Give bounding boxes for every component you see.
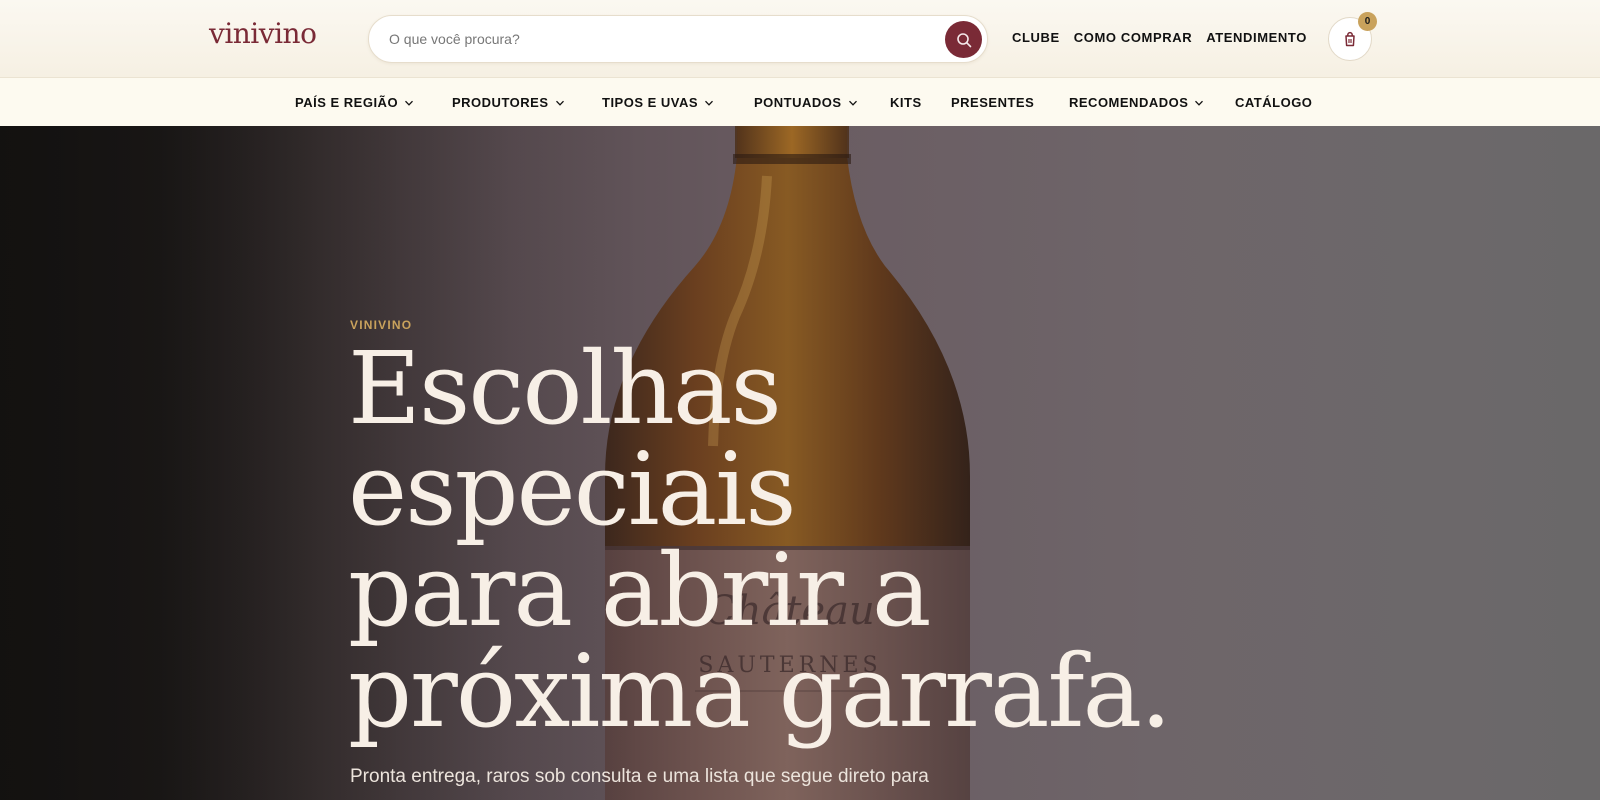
nav-item-label: PAÍS E REGIÃO <box>295 95 399 110</box>
nav-item-tipos-e-uvas[interactable]: TIPOS E UVAS <box>602 95 714 110</box>
site-header: vinivino CLUBE COMO COMPRAR ATENDIMENTO … <box>0 0 1600 78</box>
headline-line: próxima garrafa. <box>348 633 1172 750</box>
nav-item-kits[interactable]: KITS <box>890 95 922 110</box>
nav-item-label: TIPOS E UVAS <box>602 95 699 110</box>
search-icon <box>956 32 971 47</box>
nav-item-label: PRESENTES <box>951 95 1035 110</box>
chevron-down-icon <box>1195 100 1204 106</box>
headline-line: especiais <box>348 431 797 548</box>
nav-item-label: CATÁLOGO <box>1235 95 1313 110</box>
chevron-down-icon <box>555 100 564 106</box>
shopping-bag-icon <box>1345 31 1355 47</box>
main-nav: PAÍS E REGIÃO PRODUTORES TIPOS E UVAS PO… <box>0 78 1600 126</box>
chevron-down-icon <box>405 100 414 106</box>
search-bar <box>368 15 988 63</box>
chevron-down-icon <box>705 100 714 106</box>
link-como-comprar[interactable]: COMO COMPRAR <box>1074 30 1192 45</box>
nav-item-recomendados[interactable]: RECOMENDADOS <box>1069 95 1204 110</box>
hero-banner: Château SAUTERNES VINIVINO Escolhas espe… <box>0 126 1600 800</box>
link-atendimento[interactable]: ATENDIMENTO <box>1206 30 1307 45</box>
nav-item-label: RECOMENDADOS <box>1069 95 1189 110</box>
nav-item-presentes[interactable]: PRESENTES <box>951 95 1034 110</box>
nav-item-catalogo[interactable]: CATÁLOGO <box>1235 95 1312 110</box>
headline-line: Escolhas <box>348 330 782 447</box>
top-links: CLUBE COMO COMPRAR ATENDIMENTO <box>1012 30 1307 45</box>
cart-button[interactable]: 0 <box>1328 12 1377 61</box>
logo[interactable]: vinivino <box>209 17 317 50</box>
search-input[interactable] <box>389 16 909 62</box>
nav-item-produtores[interactable]: PRODUTORES <box>452 95 565 110</box>
nav-item-label: PONTUADOS <box>754 95 842 110</box>
nav-item-label: PRODUTORES <box>452 95 549 110</box>
hero-headline: Escolhas especiais para abrir a próxima … <box>348 338 1248 742</box>
search-button[interactable] <box>945 21 982 58</box>
nav-item-pontuados[interactable]: PONTUADOS <box>754 95 858 110</box>
nav-item-pais-e-regiao[interactable]: PAÍS E REGIÃO <box>295 95 414 110</box>
headline-line: para abrir a <box>348 532 931 649</box>
chevron-down-icon <box>848 100 857 106</box>
nav-item-label: KITS <box>890 95 922 110</box>
cart-count-badge: 0 <box>1358 12 1377 31</box>
hero-subtext: Pronta entrega, raros sob consulta e uma… <box>350 766 929 787</box>
link-clube[interactable]: CLUBE <box>1012 30 1060 45</box>
